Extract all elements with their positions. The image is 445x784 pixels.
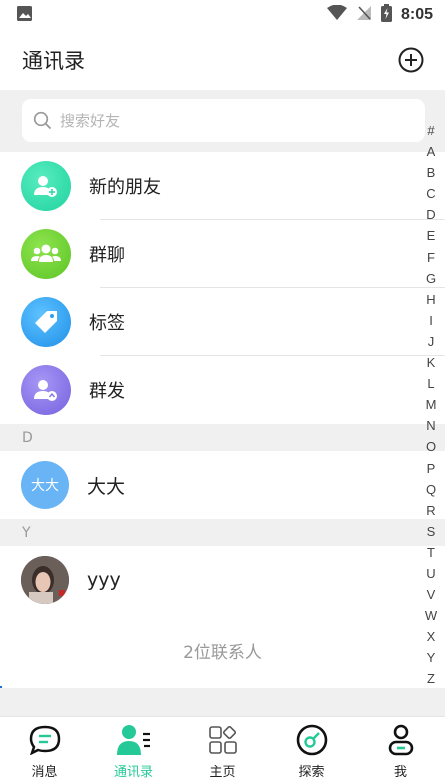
index-letter[interactable]: A (427, 141, 436, 162)
broadcast-avatar (21, 365, 71, 415)
contact-name: yyy (87, 569, 121, 591)
avatar: 大大 (21, 461, 69, 509)
list-bottom-spacer (0, 688, 445, 716)
nav-label: 通讯录 (113, 765, 153, 780)
index-letter[interactable]: F (427, 247, 435, 268)
nav-label: 我 (393, 765, 407, 780)
index-letter[interactable]: Z (427, 668, 435, 689)
tags-entry[interactable]: 标签 (0, 288, 445, 356)
wifi-icon (326, 4, 347, 25)
index-letter[interactable]: J (428, 331, 435, 352)
contact-row[interactable]: yyy (0, 546, 445, 614)
group-chat-entry[interactable]: 群聊 (0, 220, 445, 288)
nav-messages[interactable]: 消息 (0, 717, 89, 784)
contact-row[interactable]: 大大 大大 (0, 451, 445, 519)
new-friends-entry[interactable]: 新的朋友 (0, 152, 445, 220)
image-notification-icon (16, 5, 33, 26)
add-circle-icon (398, 47, 424, 73)
entry-label: 标签 (89, 313, 125, 334)
group-chat-avatar (21, 229, 71, 279)
index-letter[interactable]: G (426, 268, 436, 289)
search-area: 搜索好友 (0, 90, 445, 152)
add-user-icon (34, 176, 57, 197)
new-friends-avatar (21, 161, 71, 211)
contacts-list: 新的朋友 群聊 标签 群发 D 大大 大大 Y yyy 2位联系人 (0, 152, 445, 686)
broadcast-entry[interactable]: 群发 (0, 356, 445, 424)
index-letter[interactable]: Q (426, 479, 436, 500)
index-letter[interactable]: X (427, 626, 436, 647)
nav-label: 探索 (298, 765, 325, 780)
person-photo-icon (21, 556, 69, 604)
nav-label: 主页 (209, 765, 236, 780)
index-letter[interactable]: L (427, 373, 434, 394)
add-button[interactable] (397, 46, 425, 74)
index-letter[interactable]: R (426, 500, 435, 521)
status-time: 8:05 (400, 6, 433, 23)
alphabet-index[interactable]: # A B C D E F G H I J K L M N O P Q R S … (421, 120, 441, 690)
tags-avatar (21, 297, 71, 347)
page-title: 通讯录 (22, 49, 85, 73)
index-letter[interactable]: D (426, 204, 435, 225)
index-letter[interactable]: E (427, 225, 436, 246)
no-signal-icon (356, 5, 372, 25)
tag-icon (35, 311, 57, 333)
entry-label: 群聊 (89, 245, 125, 266)
index-letter[interactable]: V (427, 584, 436, 605)
group-icon (31, 244, 61, 262)
broadcast-icon (34, 380, 57, 401)
section-header-y: Y (0, 519, 445, 546)
nav-home[interactable]: 主页 (178, 717, 267, 784)
contacts-icon (116, 723, 151, 757)
profile-icon (384, 723, 418, 757)
status-bar: 8:05 (0, 0, 445, 30)
index-letter[interactable]: B (427, 162, 436, 183)
grid-icon (206, 723, 240, 757)
section-header-d: D (0, 424, 445, 451)
index-letter[interactable]: K (427, 352, 436, 373)
bottom-nav: 消息 通讯录 主页 探索 我 (0, 716, 445, 784)
avatar-text: 大大 (31, 478, 59, 494)
index-letter[interactable]: W (425, 605, 437, 626)
index-letter[interactable]: P (427, 458, 436, 479)
contact-name: 大大 (87, 475, 126, 498)
nav-contacts[interactable]: 通讯录 (89, 717, 178, 784)
explore-icon (295, 723, 329, 757)
search-input[interactable]: 搜索好友 (22, 99, 425, 142)
contact-count: 2位联系人 (0, 614, 445, 686)
chat-bubble-icon (28, 723, 62, 757)
battery-icon (380, 4, 392, 26)
index-letter[interactable]: C (426, 183, 435, 204)
entry-label: 新的朋友 (89, 177, 161, 198)
index-letter[interactable]: T (427, 542, 435, 563)
index-letter[interactable]: U (426, 563, 435, 584)
index-letter[interactable]: Y (427, 647, 436, 668)
index-letter[interactable]: O (426, 436, 436, 457)
app-bar: 通讯录 (0, 30, 445, 90)
index-letter[interactable]: H (426, 289, 435, 310)
index-letter[interactable]: S (427, 521, 436, 542)
index-letter[interactable]: I (429, 310, 433, 331)
index-letter[interactable]: # (427, 120, 434, 141)
search-icon (33, 111, 52, 130)
nav-me[interactable]: 我 (356, 717, 445, 784)
avatar-photo (21, 556, 69, 604)
entry-label: 群发 (89, 381, 125, 402)
nav-label: 消息 (31, 765, 58, 780)
nav-explore[interactable]: 探索 (267, 717, 356, 784)
index-letter[interactable]: M (426, 394, 437, 415)
index-letter[interactable]: N (426, 415, 435, 436)
search-placeholder: 搜索好友 (60, 112, 121, 130)
